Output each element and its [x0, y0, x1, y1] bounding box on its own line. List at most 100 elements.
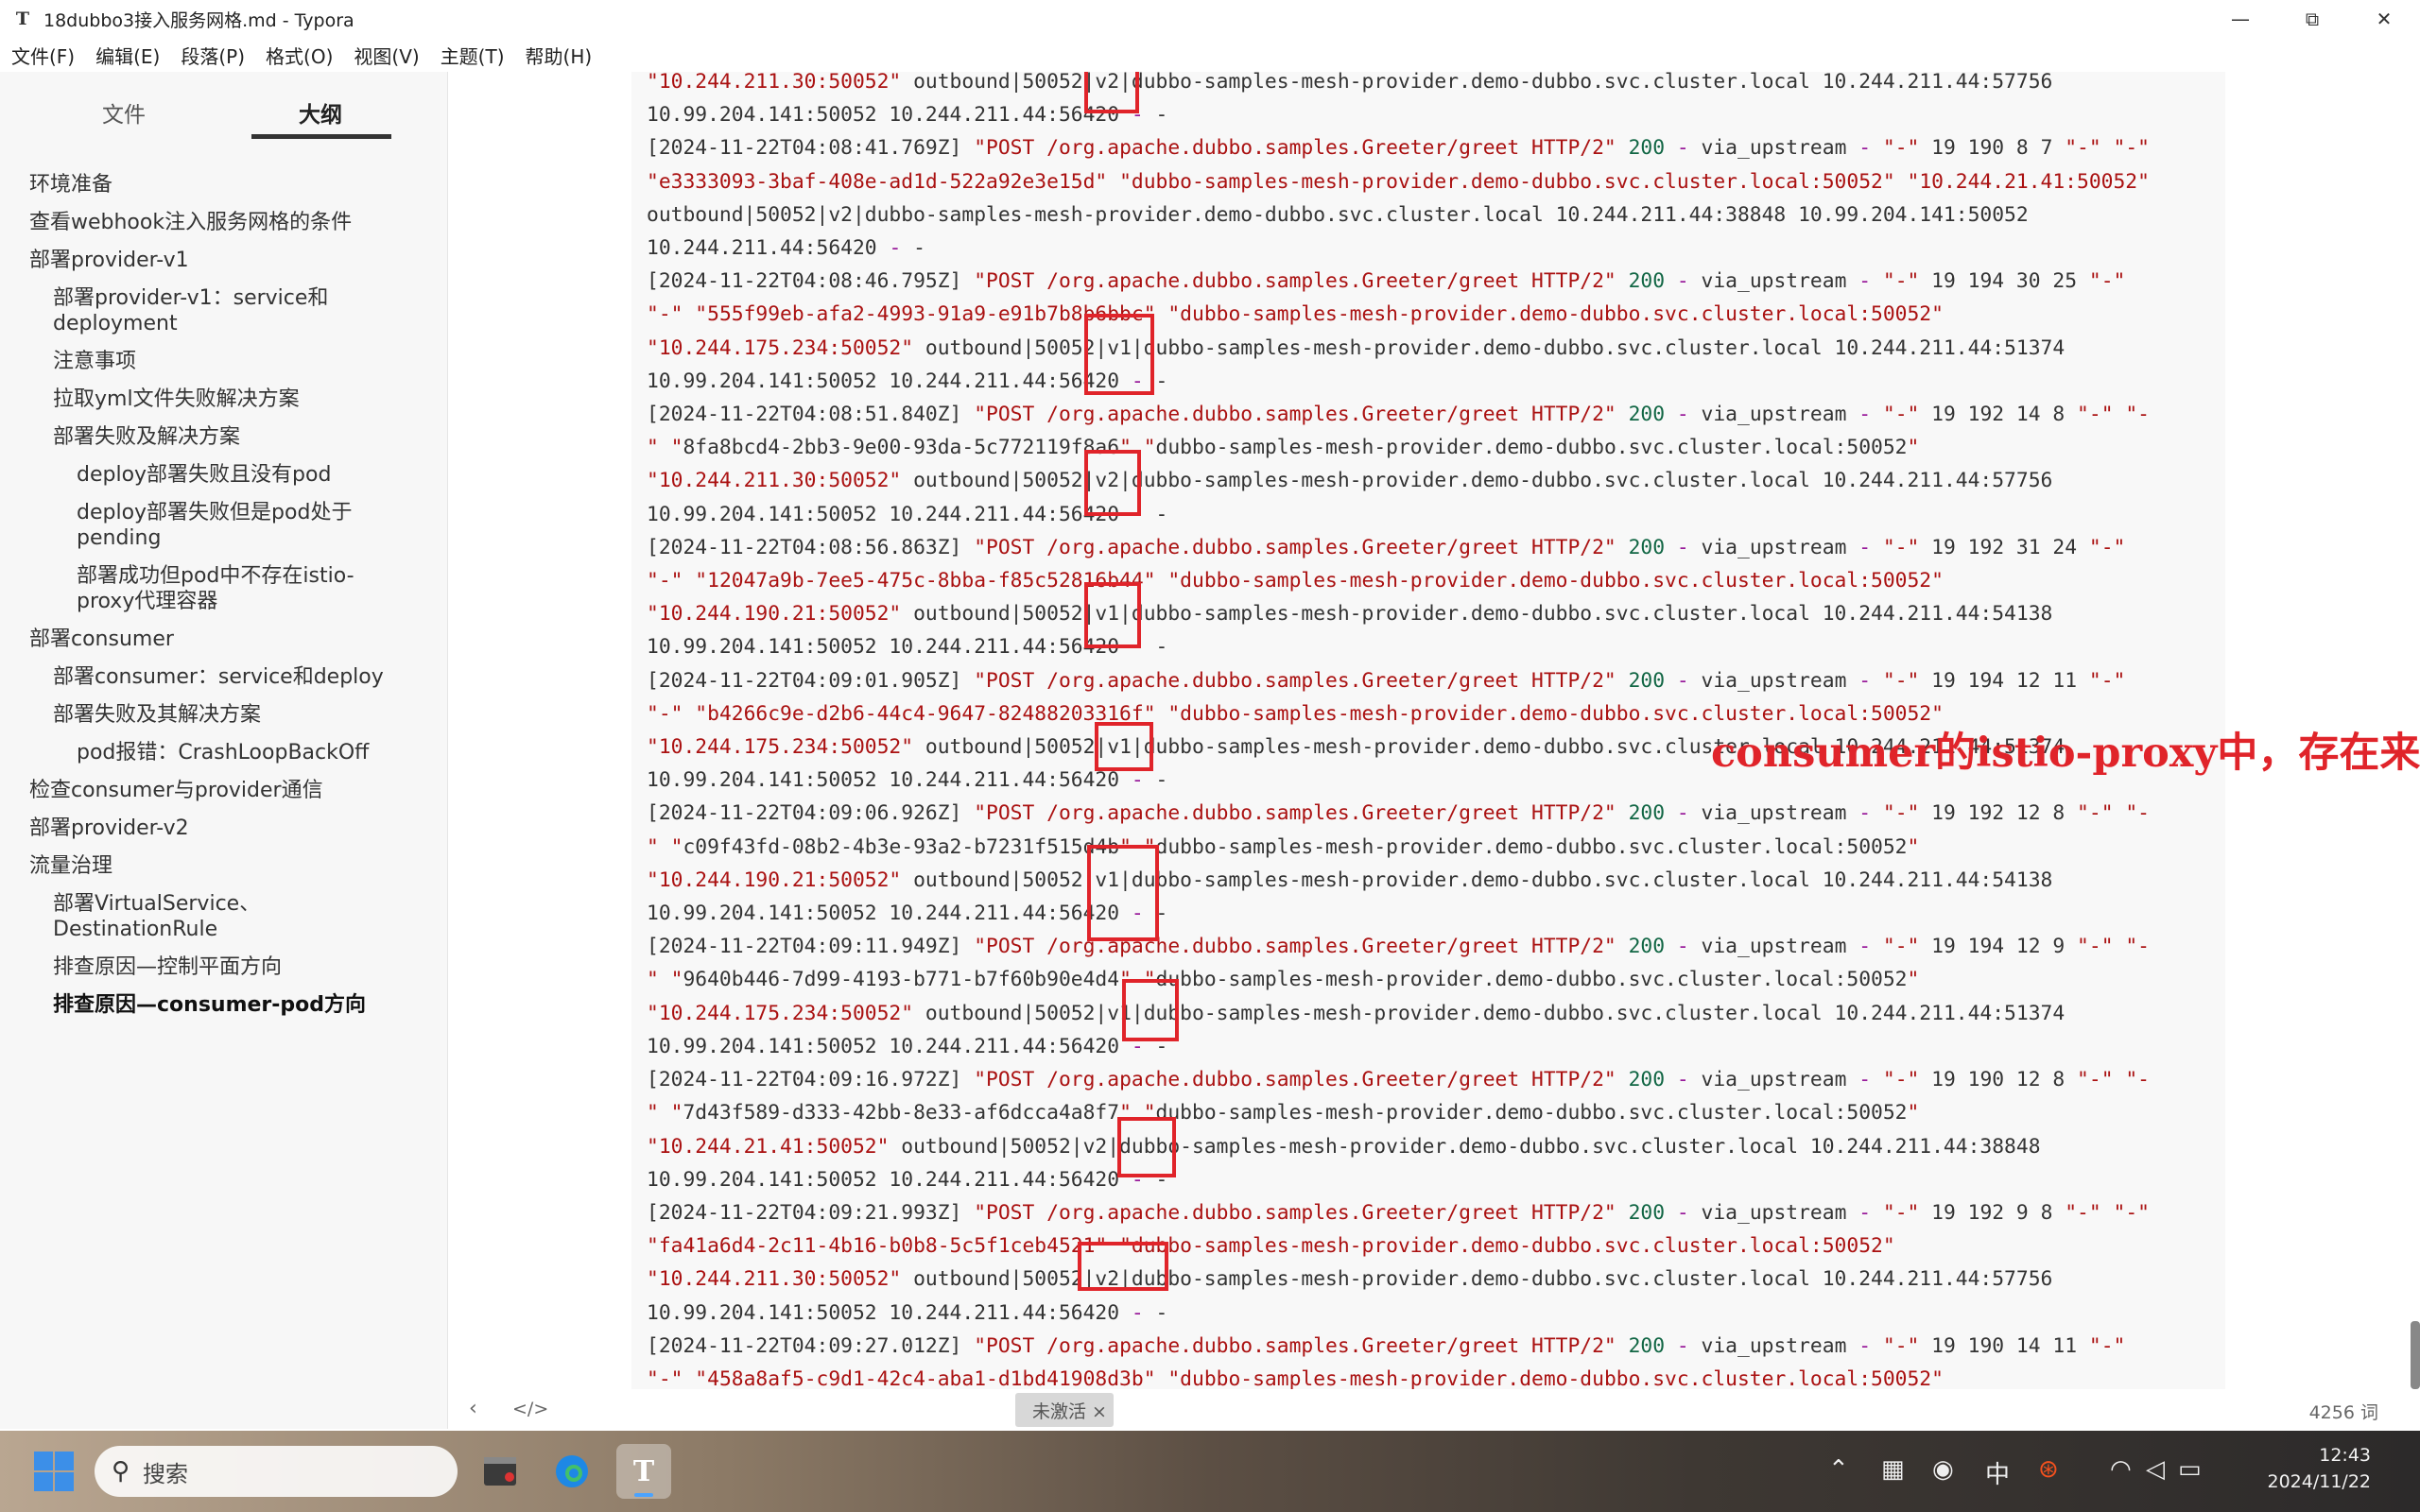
clock-time: 12:43 [2319, 1445, 2371, 1466]
editor-area[interactable]: "10.244.211.30:50052" outbound|50052|v2|… [448, 72, 2420, 1389]
code-line[interactable]: [2024-11-22T04:09:06.926Z] "POST /org.ap… [647, 797, 2150, 830]
code-line[interactable]: 10.99.204.141:50052 10.244.211.44:56420 … [647, 365, 2150, 398]
code-line[interactable]: [2024-11-22T04:08:51.840Z] "POST /org.ap… [647, 398, 2150, 431]
outline-item[interactable]: 部署provider-v1：service和deployment [0, 285, 447, 336]
code-line[interactable]: " "c09f43fd-08b2-4b3e-93a2-b7231f515d4b"… [647, 831, 2150, 864]
code-line[interactable]: 10.99.204.141:50052 10.244.211.44:56420 … [647, 630, 2150, 663]
battery-icon[interactable]: ▭ [2178, 1455, 2202, 1484]
code-line[interactable]: "-" "12047a9b-7ee5-475c-8bba-f85c52816b4… [647, 564, 2150, 597]
wifi-icon[interactable]: ◠ [2110, 1455, 2132, 1484]
tray-app-icon-2[interactable]: ⊛ [2038, 1455, 2059, 1484]
toggle-sidebar-icon[interactable]: ‹ [469, 1397, 477, 1420]
taskbar-app-edge-icon[interactable] [544, 1444, 599, 1499]
code-line[interactable]: [2024-11-22T04:09:16.972Z] "POST /org.ap… [647, 1063, 2150, 1096]
start-button[interactable] [34, 1452, 74, 1491]
highlight-box [1117, 1117, 1176, 1177]
taskbar-app-terminal-icon[interactable] [473, 1444, 527, 1499]
status-bar: ‹ </> 未激活 × 4256 词 [448, 1389, 2420, 1431]
outline-item[interactable]: 部署成功但pod中不存在istio-proxy代理容器 [0, 563, 447, 614]
close-button[interactable]: ✕ [2348, 0, 2420, 38]
outline-item[interactable]: 部署provider-v2 [0, 816, 447, 841]
code-line[interactable]: "-" "458a8af5-c9d1-42c4-aba1-d1bd41908d3… [647, 1363, 2150, 1389]
minimize-button[interactable]: — [2204, 0, 2276, 38]
code-line[interactable]: "10.244.175.234:50052" outbound|50052|v1… [647, 997, 2150, 1030]
scrollbar-thumb[interactable] [2411, 1321, 2420, 1389]
code-line[interactable]: " "7d43f589-d333-42bb-8e33-af6dcca4a8f7"… [647, 1096, 2150, 1129]
code-line[interactable]: " "9640b446-7d99-4193-b771-b7f60b90e4d4"… [647, 963, 2150, 996]
outline-item[interactable]: 部署失败及其解决方案 [0, 702, 447, 728]
outline-item[interactable]: deploy部署失败且没有pod [0, 462, 447, 488]
code-line[interactable]: [2024-11-22T04:08:41.769Z] "POST /org.ap… [647, 131, 2150, 164]
volume-icon[interactable]: ◁ [2146, 1455, 2165, 1484]
word-count[interactable]: 4256 词 [2309, 1399, 2378, 1424]
code-line[interactable]: "10.244.211.30:50052" outbound|50052|v2|… [647, 1263, 2150, 1296]
taskbar-search[interactable]: ⚲ 搜索 [95, 1446, 458, 1497]
menu-file[interactable]: 文件(F) [0, 42, 85, 69]
menu-paragraph[interactable]: 段落(P) [170, 42, 255, 69]
outline-item[interactable]: 查看webhook注入服务网格的条件 [0, 210, 447, 235]
outline-item[interactable]: 部署失败及解决方案 [0, 424, 447, 450]
outline-item[interactable]: 部署consumer [0, 627, 447, 652]
outline-item[interactable]: pod报错：CrashLoopBackOff [0, 740, 447, 765]
code-line[interactable]: 10.99.204.141:50052 10.244.211.44:56420 … [647, 1030, 2150, 1063]
typora-taskbar-glyph: T [632, 1454, 655, 1488]
outline-item[interactable]: 环境准备 [0, 172, 447, 198]
search-icon: ⚲ [112, 1457, 130, 1486]
code-line[interactable]: 10.99.204.141:50052 10.244.211.44:56420 … [647, 1163, 2150, 1196]
code-line[interactable]: "e3333093-3baf-408e-ad1d-522a92e3e15d" "… [647, 165, 2150, 198]
taskbar: ⚲ 搜索 T ⌃ ▦ ◉ 中 ⊛ ◠ ◁ ▭ 12:43 2024/11/22 [0, 1431, 2420, 1512]
code-line[interactable]: [2024-11-22T04:09:11.949Z] "POST /org.ap… [647, 930, 2150, 963]
tray-overflow-icon[interactable]: ⌃ [1828, 1455, 1849, 1484]
code-line[interactable]: 10.99.204.141:50052 10.244.211.44:56420 … [647, 1297, 2150, 1330]
menu-help[interactable]: 帮助(H) [515, 42, 603, 69]
code-line[interactable]: "10.244.211.30:50052" outbound|50052|v2|… [647, 464, 2150, 497]
typora-app-icon: T [15, 9, 30, 29]
ime-indicator[interactable]: 中 [1985, 1455, 2010, 1490]
outline-item[interactable]: 部署consumer：service和deploy [0, 664, 447, 690]
code-line[interactable]: 10.244.211.44:56420 - - [647, 232, 2150, 265]
code-line[interactable]: "10.244.190.21:50052" outbound|50052|v1|… [647, 864, 2150, 897]
code-line[interactable]: 10.99.204.141:50052 10.244.211.44:56420 … [647, 98, 2150, 131]
outline-item[interactable]: deploy部署失败但是pod处于pending [0, 500, 447, 551]
outline-item[interactable]: 流量治理 [0, 853, 447, 879]
source-code-mode-icon[interactable]: </> [512, 1399, 548, 1419]
activation-badge[interactable]: 未激活 × [1015, 1393, 1114, 1427]
code-line[interactable]: "10.244.21.41:50052" outbound|50052|v2|d… [647, 1130, 2150, 1163]
code-line[interactable]: outbound|50052|v2|dubbo-samples-mesh-pro… [647, 198, 2150, 232]
clock-date: 2024/11/22 [2267, 1471, 2371, 1492]
code-line[interactable]: [2024-11-22T04:09:21.993Z] "POST /org.ap… [647, 1196, 2150, 1229]
code-line[interactable]: "-" "555f99eb-afa2-4993-91a9-e91b7b8b6bb… [647, 298, 2150, 331]
maximize-button[interactable]: ⧉ [2276, 0, 2348, 38]
outline-item[interactable]: 注意事项 [0, 349, 447, 374]
outline-item[interactable]: 排查原因—consumer-pod方向 [0, 992, 447, 1018]
code-line[interactable]: [2024-11-22T04:08:46.795Z] "POST /org.ap… [647, 265, 2150, 298]
outline-item[interactable]: 拉取yml文件失败解决方案 [0, 387, 447, 412]
menu-theme[interactable]: 主题(T) [430, 42, 515, 69]
tray-app-icon[interactable]: ▦ [1881, 1455, 1905, 1484]
highlight-box [1084, 314, 1154, 395]
code-line[interactable]: [2024-11-22T04:09:01.905Z] "POST /org.ap… [647, 664, 2150, 697]
window-controls: — ⧉ ✕ [2204, 0, 2420, 38]
code-line[interactable]: "10.244.190.21:50052" outbound|50052|v1|… [647, 597, 2150, 630]
taskbar-app-typora-icon[interactable]: T [616, 1444, 671, 1499]
code-line[interactable]: 10.99.204.141:50052 10.244.211.44:56420 … [647, 897, 2150, 930]
outline-item[interactable]: 部署provider-v1 [0, 248, 447, 273]
code-line[interactable]: [2024-11-22T04:08:56.863Z] "POST /org.ap… [647, 531, 2150, 564]
code-line[interactable]: 10.99.204.141:50052 10.244.211.44:56420 … [647, 498, 2150, 531]
code-line[interactable]: "10.244.211.30:50052" outbound|50052|v2|… [647, 72, 2150, 98]
code-line[interactable]: " "8fa8bcd4-2bb3-9e00-93da-5c772119f8a6"… [647, 431, 2150, 464]
outline-item[interactable]: 排查原因—控制平面方向 [0, 954, 447, 980]
menu-view[interactable]: 视图(V) [343, 42, 429, 69]
highlight-box [1084, 450, 1141, 516]
menu-format[interactable]: 格式(O) [255, 42, 343, 69]
menu-bar: 文件(F) 编辑(E) 段落(P) 格式(O) 视图(V) 主题(T) 帮助(H… [0, 38, 2420, 72]
code-line[interactable]: "10.244.175.234:50052" outbound|50052|v1… [647, 332, 2150, 365]
tray-chat-icon[interactable]: ◉ [1932, 1455, 1954, 1484]
code-line[interactable]: [2024-11-22T04:09:27.012Z] "POST /org.ap… [647, 1330, 2150, 1363]
highlight-box [1095, 722, 1153, 771]
outline-item[interactable]: 部署VirtualService、DestinationRule [0, 891, 447, 942]
outline-item[interactable]: 检查consumer与provider通信 [0, 778, 447, 803]
taskbar-clock[interactable]: 12:43 2024/11/22 [2267, 1442, 2371, 1495]
menu-edit[interactable]: 编辑(E) [85, 42, 170, 69]
code-line[interactable]: "fa41a6d4-2c11-4b16-b0b8-5c5f1ceb4521" "… [647, 1229, 2150, 1263]
